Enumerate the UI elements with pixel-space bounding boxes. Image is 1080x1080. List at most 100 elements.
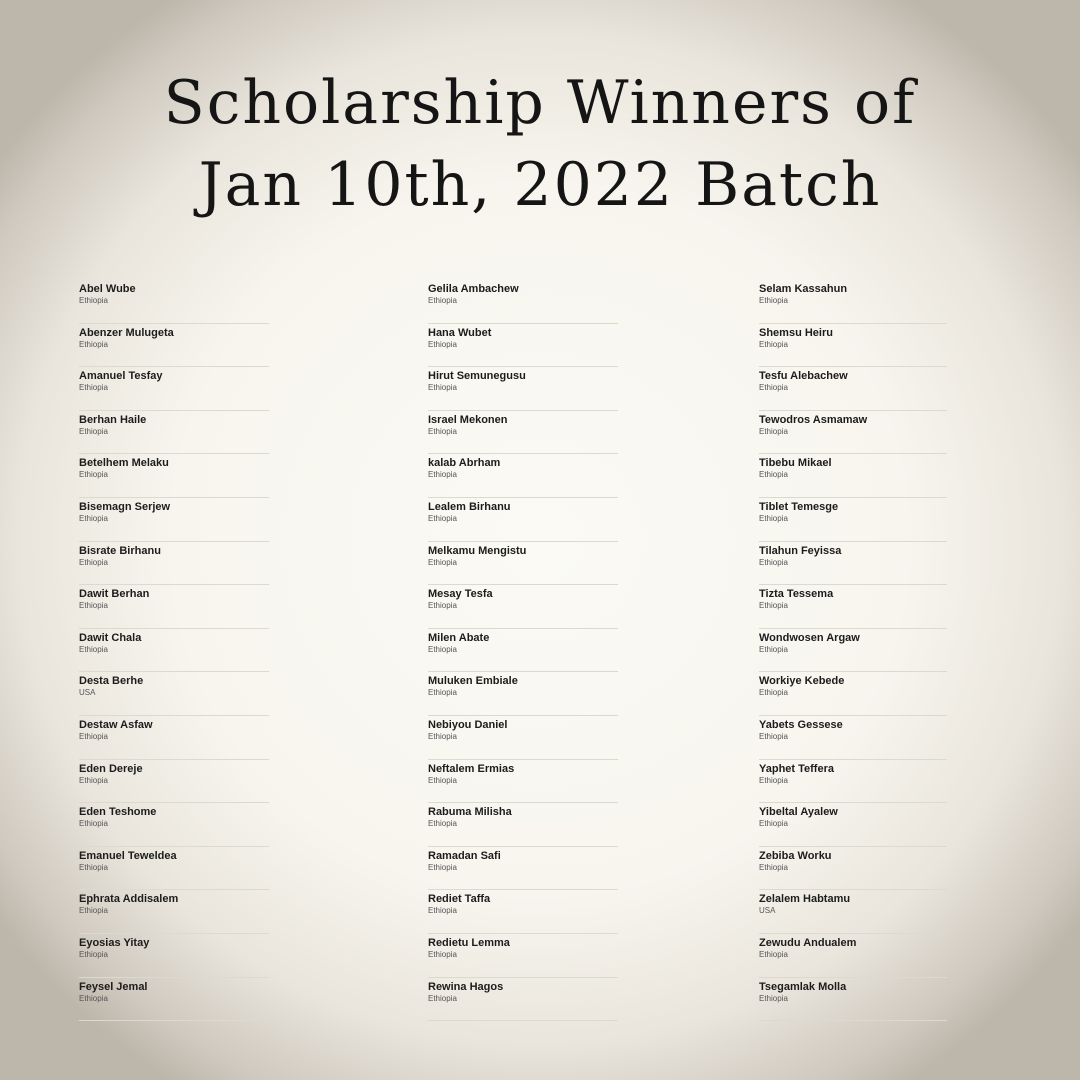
winner-country: Ethiopia xyxy=(428,644,457,654)
winner-name: Bisrate Birhanu xyxy=(79,544,161,557)
winner-name: Zewudu Andualem xyxy=(759,936,857,949)
winner-name: Ephrata Addisalem xyxy=(79,893,179,906)
winner-name: Tesfu Alebachew xyxy=(759,370,848,383)
list-item: Hirut Semunegusu Ethiopia xyxy=(428,367,618,411)
winner-name: Rediet Taffa xyxy=(428,893,491,906)
list-item: Dawit Berhan Ethiopia xyxy=(79,585,269,629)
winner-country: Ethiopia xyxy=(759,470,788,480)
winner-country: Ethiopia xyxy=(759,426,788,436)
list-item: Workiye Kebede Ethiopia xyxy=(759,672,947,716)
list-item: Bisrate Birhanu Ethiopia xyxy=(79,542,269,586)
list-item: Rewina Hagos Ethiopia xyxy=(428,978,618,1022)
winner-name: Selam Kassahun xyxy=(759,283,848,295)
winner-country: Ethiopia xyxy=(759,339,788,349)
page-title: Scholarship Winners of Jan 10th, 2022 Ba… xyxy=(0,62,1080,226)
list-item: Selam Kassahun Ethiopia xyxy=(759,280,947,324)
winner-name: Rewina Hagos xyxy=(428,980,504,993)
winner-name: Melkamu Mengistu xyxy=(428,544,527,557)
list-item: Eden Teshome Ethiopia xyxy=(79,803,269,847)
winner-country: Ethiopia xyxy=(79,296,108,305)
list-item: Melkamu Mengistu Ethiopia xyxy=(428,542,618,586)
list-item: Tesfu Alebachew Ethiopia xyxy=(759,367,947,411)
winner-name: Zebiba Worku xyxy=(759,849,832,862)
winner-name: Israel Mekonen xyxy=(428,413,508,426)
list-item: Rabuma Milisha Ethiopia xyxy=(428,803,618,847)
winner-name: Amanuel Tesfay xyxy=(79,370,163,383)
winner-name: Eyosias Yitay xyxy=(79,936,150,949)
winner-country: Ethiopia xyxy=(79,557,108,567)
winner-country: Ethiopia xyxy=(759,644,788,654)
winner-name: Ramadan Safi xyxy=(428,849,501,862)
list-item: Zewudu Andualem Ethiopia xyxy=(759,934,947,978)
winner-country: Ethiopia xyxy=(759,688,788,698)
winner-country: Ethiopia xyxy=(79,470,108,480)
winner-country: Ethiopia xyxy=(79,731,108,741)
winner-country: Ethiopia xyxy=(428,601,457,611)
winner-name: Berhan Haile xyxy=(79,413,147,426)
list-item: Tibebu Mikael Ethiopia xyxy=(759,454,947,498)
winners-column-2: Gelila Ambachew Ethiopia Hana Wubet Ethiopi… xyxy=(428,280,618,1022)
winner-name: Yabets Gessese xyxy=(759,718,843,731)
winner-country: Ethiopia xyxy=(759,296,788,305)
winner-country: Ethiopia xyxy=(759,993,788,1003)
list-item: Mesay Tesfa Ethiopia xyxy=(428,585,618,629)
list-item: Tilahun Feyissa Ethiopia xyxy=(759,542,947,586)
winner-country: Ethiopia xyxy=(79,339,108,349)
list-item: Lealem Birhanu Ethiopia xyxy=(428,498,618,542)
winner-country: USA xyxy=(759,906,776,916)
list-item: Wondwosen Argaw Ethiopia xyxy=(759,629,947,673)
list-item: Hana Wubet Ethiopia xyxy=(428,324,618,368)
winner-country: Ethiopia xyxy=(759,383,788,393)
list-item: Tewodros Asmamaw Ethiopia xyxy=(759,411,947,455)
list-item: Israel Mekonen Ethiopia xyxy=(428,411,618,455)
list-item: Neftalem Ermias Ethiopia xyxy=(428,760,618,804)
winner-name: Mesay Tesfa xyxy=(428,588,493,601)
winner-name: Desta Berhe xyxy=(79,675,144,688)
winner-country: USA xyxy=(79,688,96,698)
winner-name: Neftalem Ermias xyxy=(428,762,515,775)
winner-name: Dawit Chala xyxy=(79,631,142,644)
list-item: Abenzer Mulugeta Ethiopia xyxy=(79,324,269,368)
winner-country: Ethiopia xyxy=(428,339,457,349)
winner-country: Ethiopia xyxy=(79,775,108,785)
winner-country: Ethiopia xyxy=(428,426,457,436)
winner-name: Abenzer Mulugeta xyxy=(79,326,174,339)
winner-country: Ethiopia xyxy=(759,819,788,829)
list-item: Shemsu Heiru Ethiopia xyxy=(759,324,947,368)
winner-country: Ethiopia xyxy=(79,383,108,393)
list-item: Dawit Chala Ethiopia xyxy=(79,629,269,673)
winner-name: Wondwosen Argaw xyxy=(759,631,860,644)
winner-name: Eden Dereje xyxy=(79,762,143,775)
winner-name: Yibeltal Ayalew xyxy=(759,806,838,819)
list-item: Rediet Taffa Ethiopia xyxy=(428,890,618,934)
winner-country: Ethiopia xyxy=(759,949,788,959)
list-item: Yibeltal Ayalew Ethiopia xyxy=(759,803,947,847)
winner-country: Ethiopia xyxy=(79,601,108,611)
winner-country: Ethiopia xyxy=(79,993,108,1003)
list-item: Abel Wube Ethiopia xyxy=(79,280,269,324)
winner-country: Ethiopia xyxy=(428,470,457,480)
list-item: Nebiyou Daniel Ethiopia xyxy=(428,716,618,760)
winner-name: Tiblet Temesge xyxy=(759,500,839,513)
winner-name: Hana Wubet xyxy=(428,326,492,339)
winner-name: Tibebu Mikael xyxy=(759,457,832,470)
list-item: Ephrata Addisalem Ethiopia xyxy=(79,890,269,934)
winner-country: Ethiopia xyxy=(759,601,788,611)
winner-country: Ethiopia xyxy=(428,819,457,829)
winner-country: Ethiopia xyxy=(428,731,457,741)
winner-country: Ethiopia xyxy=(79,426,108,436)
winner-country: Ethiopia xyxy=(79,644,108,654)
list-item: Bisemagn Serjew Ethiopia xyxy=(79,498,269,542)
winner-country: Ethiopia xyxy=(79,819,108,829)
list-item: Tiblet Temesge Ethiopia xyxy=(759,498,947,542)
winners-column-1: Abel Wube Ethiopia Abenzer Mulugeta Ethiopi… xyxy=(79,280,269,1022)
list-item: Muluken Embiale Ethiopia xyxy=(428,672,618,716)
list-item: Ramadan Safi Ethiopia xyxy=(428,847,618,891)
winner-name: Tewodros Asmamaw xyxy=(759,413,868,426)
winner-country: Ethiopia xyxy=(79,949,108,959)
winner-country: Ethiopia xyxy=(428,949,457,959)
winner-country: Ethiopia xyxy=(759,862,788,872)
winner-country: Ethiopia xyxy=(759,775,788,785)
winner-country: Ethiopia xyxy=(428,383,457,393)
winner-country: Ethiopia xyxy=(759,557,788,567)
